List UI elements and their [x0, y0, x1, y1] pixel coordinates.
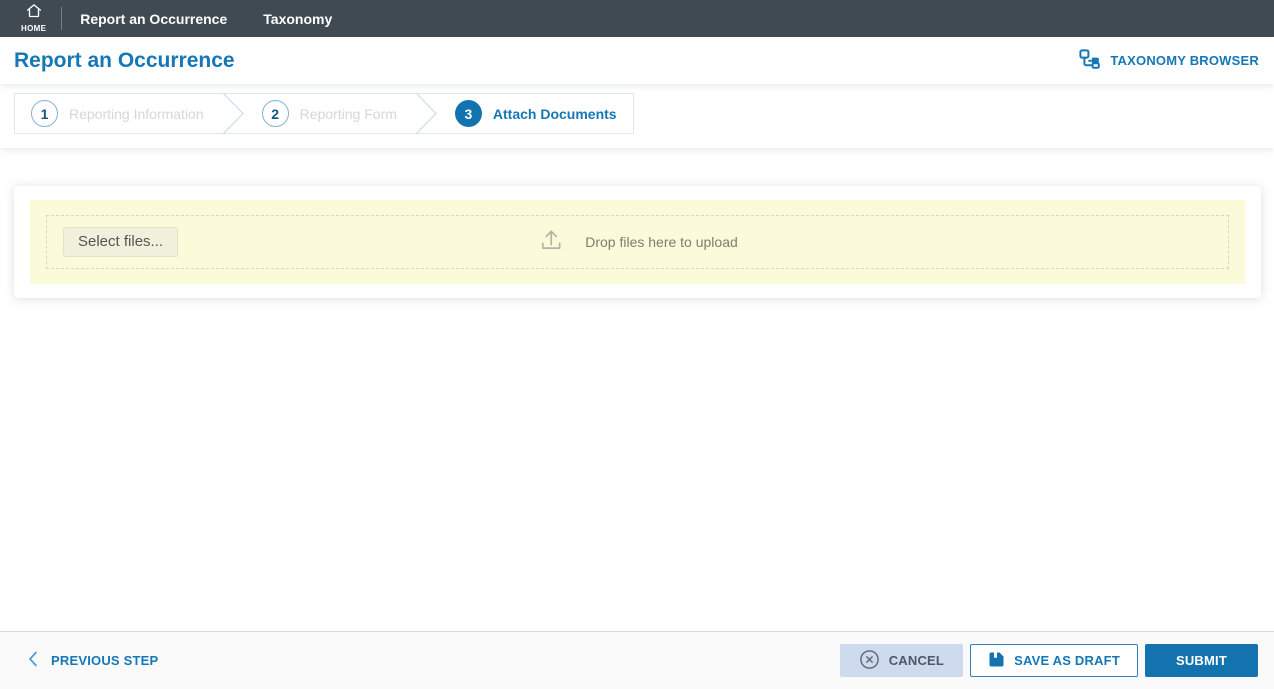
upload-tray-arrow-icon	[537, 227, 564, 257]
drop-files-text: Drop files here to upload	[585, 234, 738, 250]
step-number-badge: 1	[31, 100, 58, 127]
home-label: HOME	[21, 23, 47, 33]
submit-label: SUBMIT	[1175, 653, 1227, 668]
top-nav-bar: HOME Report an Occurrence Taxonomy	[0, 0, 1274, 37]
step-reporting-information[interactable]: 1 Reporting Information	[15, 94, 220, 133]
nav-item-report-occurrence[interactable]: Report an Occurrence	[62, 0, 245, 37]
step-label: Reporting Form	[299, 105, 397, 122]
cancel-button[interactable]: CANCEL	[839, 644, 964, 677]
floppy-disk-icon	[988, 651, 1005, 671]
home-icon	[25, 3, 43, 23]
step-label: Attach Documents	[492, 105, 617, 122]
page-header: Report an Occurrence TAXONOMY BROWSER	[0, 37, 1274, 84]
previous-step-label: PREVIOUS STEP	[51, 653, 159, 668]
taxonomy-browser-label: TAXONOMY BROWSER	[1110, 53, 1259, 68]
nav-item-label: Taxonomy	[263, 10, 333, 27]
nav-item-label: Report an Occurrence	[80, 10, 228, 27]
drop-files-hint: Drop files here to upload	[537, 227, 738, 257]
content-area: Select files... Drop files here to uploa…	[0, 148, 1274, 631]
footer-actions: CANCEL SAVE AS DRAFT SUBMIT	[839, 644, 1258, 677]
previous-step-button[interactable]: PREVIOUS STEP	[20, 651, 158, 670]
wizard-stepper: 1 Reporting Information 2 Reporting Form…	[14, 93, 634, 134]
taxonomy-browser-link[interactable]: TAXONOMY BROWSER	[1079, 49, 1259, 72]
cancel-label: CANCEL	[888, 653, 945, 668]
stepper-section: 1 Reporting Information 2 Reporting Form…	[0, 84, 1274, 148]
step-number-badge: 3	[454, 100, 482, 127]
submit-button[interactable]: SUBMIT	[1144, 644, 1258, 677]
home-button[interactable]: HOME	[0, 0, 61, 37]
step-label: Reporting Information	[69, 105, 204, 122]
attach-documents-card: Select files... Drop files here to uploa…	[14, 186, 1261, 298]
tree-hierarchy-icon	[1079, 49, 1102, 72]
save-as-draft-button[interactable]: SAVE AS DRAFT	[970, 644, 1138, 677]
step-reporting-form[interactable]: 2 Reporting Form	[246, 94, 413, 133]
footer-action-bar: PREVIOUS STEP CANCEL SAVE AS DRAFT SUBMI…	[0, 631, 1274, 689]
nav-item-taxonomy[interactable]: Taxonomy	[245, 0, 350, 37]
step-separator-chevron	[413, 93, 439, 134]
file-dropzone[interactable]: Select files... Drop files here to uploa…	[46, 215, 1229, 269]
page-title: Report an Occurrence	[14, 48, 235, 72]
upload-zone: Select files... Drop files here to uploa…	[30, 200, 1245, 284]
circle-x-icon	[859, 649, 880, 673]
save-as-draft-label: SAVE AS DRAFT	[1014, 653, 1120, 668]
step-attach-documents[interactable]: 3 Attach Documents	[439, 94, 633, 133]
chevron-left-icon	[28, 651, 38, 670]
step-number-badge: 2	[261, 100, 289, 127]
select-files-button[interactable]: Select files...	[63, 227, 179, 257]
step-separator-chevron	[220, 93, 246, 134]
